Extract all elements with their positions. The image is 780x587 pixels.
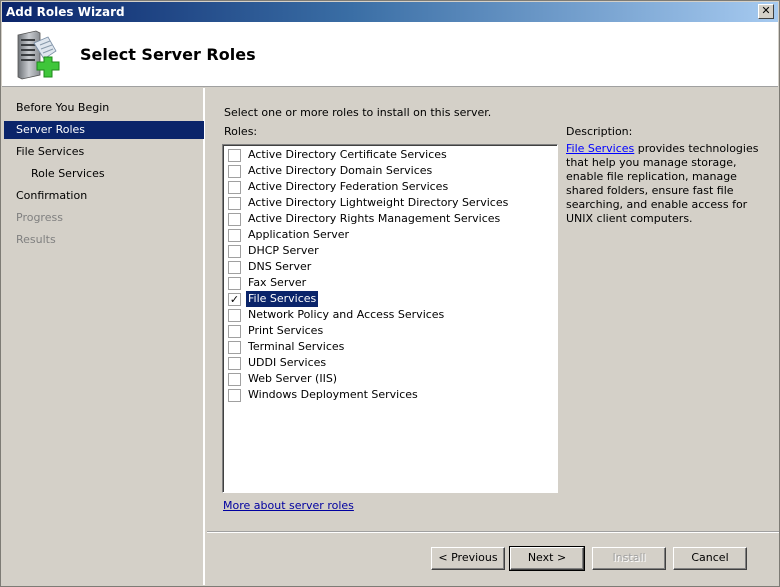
role-item[interactable]: Fax Server <box>227 275 547 291</box>
role-label[interactable]: File Services <box>246 291 319 307</box>
wizard-header: Select Server Roles <box>2 22 778 87</box>
checkmark-icon: ✓ <box>229 293 240 306</box>
role-checkbox[interactable] <box>228 373 241 386</box>
role-label[interactable]: UDDI Services <box>246 355 328 371</box>
more-about-server-roles-link[interactable]: More about server roles <box>223 499 354 512</box>
role-item[interactable]: Active Directory Rights Management Servi… <box>227 211 547 227</box>
cancel-button[interactable]: Cancel <box>673 547 747 570</box>
close-button[interactable]: ✕ <box>758 4 774 19</box>
role-item[interactable]: Windows Deployment Services <box>227 387 547 403</box>
role-checkbox[interactable] <box>228 357 241 370</box>
role-item[interactable]: Active Directory Federation Services <box>227 179 547 195</box>
title-bar[interactable]: Add Roles Wizard ✕ <box>2 2 778 22</box>
role-item[interactable]: Network Policy and Access Services <box>227 307 547 323</box>
install-button: Install <box>592 547 666 570</box>
role-label[interactable]: Print Services <box>246 323 325 339</box>
role-checkbox[interactable] <box>228 149 241 162</box>
role-item[interactable]: Active Directory Lightweight Directory S… <box>227 195 547 211</box>
role-checkbox[interactable] <box>228 261 241 274</box>
close-icon: ✕ <box>761 4 771 17</box>
role-checkbox[interactable] <box>228 325 241 338</box>
role-label[interactable]: Terminal Services <box>246 339 346 355</box>
role-label[interactable]: Active Directory Certificate Services <box>246 147 449 163</box>
nav-item-results: Results <box>16 233 56 246</box>
role-label[interactable]: Active Directory Federation Services <box>246 179 450 195</box>
role-item[interactable]: Application Server <box>227 227 547 243</box>
roles-label: Roles: <box>224 125 258 138</box>
role-label[interactable]: Network Policy and Access Services <box>246 307 446 323</box>
role-checkbox[interactable] <box>228 165 241 178</box>
description-label: Description: <box>566 125 633 138</box>
role-label[interactable]: Web Server (IIS) <box>246 371 339 387</box>
server-add-icon <box>17 30 60 80</box>
role-checkbox[interactable] <box>228 229 241 242</box>
role-item[interactable]: Print Services <box>227 323 547 339</box>
previous-button[interactable]: < Previous <box>431 547 505 570</box>
role-checkbox[interactable] <box>228 213 241 226</box>
nav-item-file-services[interactable]: File Services <box>4 143 204 161</box>
roles-list[interactable]: Active Directory Certificate Services Act… <box>222 144 558 493</box>
nav-item-before-you-begin[interactable]: Before You Begin <box>4 99 204 117</box>
nav-item-server-roles[interactable]: Server Roles <box>4 121 204 139</box>
role-label[interactable]: Fax Server <box>246 275 308 291</box>
role-checkbox[interactable]: ✓ <box>228 293 241 306</box>
role-label[interactable]: DNS Server <box>246 259 313 275</box>
role-label[interactable]: Active Directory Domain Services <box>246 163 434 179</box>
nav-item-role-services[interactable]: Role Services <box>4 165 204 183</box>
instruction-text: Select one or more roles to install on t… <box>224 106 492 119</box>
role-item[interactable]: Active Directory Domain Services <box>227 163 547 179</box>
page-title: Select Server Roles <box>80 45 256 64</box>
role-checkbox[interactable] <box>228 277 241 290</box>
window-title: Add Roles Wizard <box>6 5 125 19</box>
role-label[interactable]: Windows Deployment Services <box>246 387 420 403</box>
role-checkbox[interactable] <box>228 341 241 354</box>
role-label[interactable]: Active Directory Lightweight Directory S… <box>246 195 510 211</box>
role-checkbox[interactable] <box>228 245 241 258</box>
role-item[interactable]: Terminal Services <box>227 339 547 355</box>
role-checkbox[interactable] <box>228 197 241 210</box>
role-item[interactable]: DHCP Server <box>227 243 547 259</box>
nav-item-confirmation[interactable]: Confirmation <box>4 187 204 205</box>
main-content: Select one or more roles to install on t… <box>207 88 779 533</box>
role-label[interactable]: Active Directory Rights Management Servi… <box>246 211 502 227</box>
role-item[interactable]: DNS Server <box>227 259 547 275</box>
next-button[interactable]: Next > <box>509 546 585 571</box>
role-item[interactable]: ✓ File Services <box>227 291 547 307</box>
role-item[interactable]: Active Directory Certificate Services <box>227 147 547 163</box>
add-roles-wizard-window: Add Roles Wizard ✕ Select Server Roles B… <box>0 0 780 587</box>
wizard-steps-nav: Before You Begin Server Roles File Servi… <box>2 88 205 585</box>
role-checkbox[interactable] <box>228 309 241 322</box>
role-item[interactable]: Web Server (IIS) <box>227 371 547 387</box>
nav-item-progress: Progress <box>16 211 63 224</box>
role-label[interactable]: Application Server <box>246 227 351 243</box>
description-text: File Services provides technologies that… <box>566 142 771 226</box>
role-item[interactable]: UDDI Services <box>227 355 547 371</box>
role-checkbox[interactable] <box>228 181 241 194</box>
description-link[interactable]: File Services <box>566 142 634 155</box>
role-label[interactable]: DHCP Server <box>246 243 321 259</box>
footer-divider <box>207 531 779 533</box>
role-checkbox[interactable] <box>228 389 241 402</box>
